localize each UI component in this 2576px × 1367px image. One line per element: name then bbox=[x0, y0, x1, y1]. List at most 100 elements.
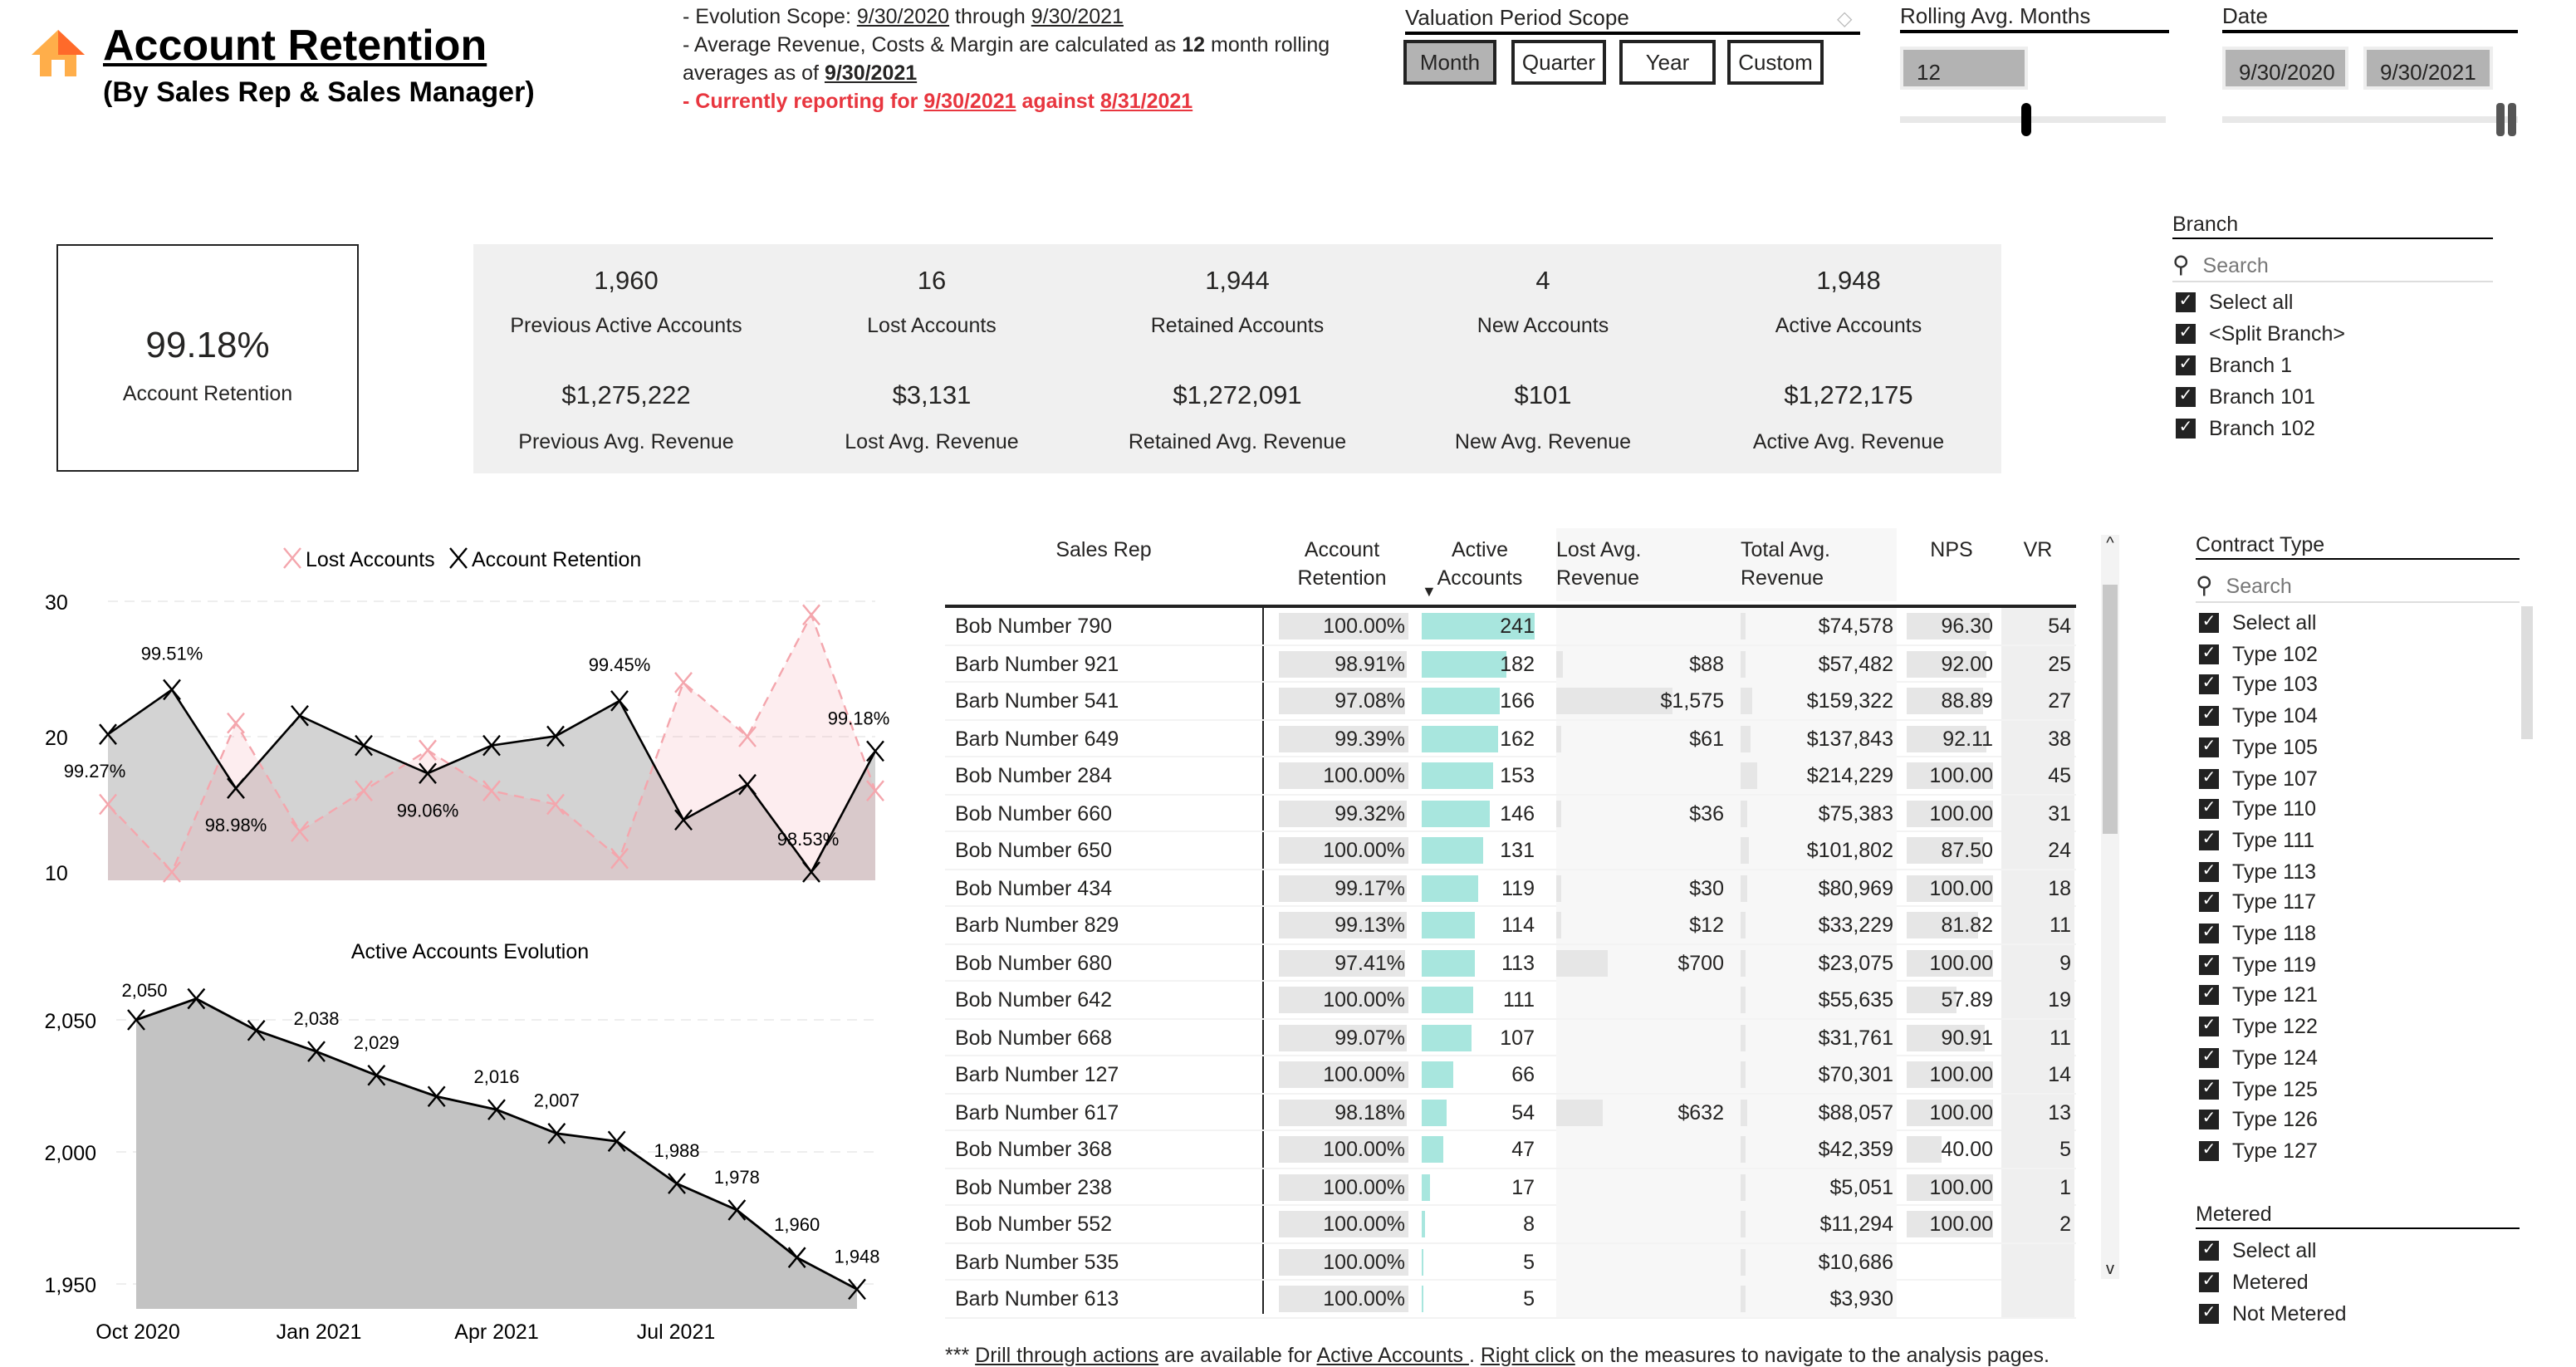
cell-text[interactable]: 119 bbox=[1501, 870, 1538, 906]
cell-text[interactable]: 107 bbox=[1500, 1019, 1538, 1056]
branch-item[interactable]: ✓ Branch 1 bbox=[2176, 354, 2292, 377]
table-row[interactable]: Bob Number 650 100.00% 131 $101,802 87.50 24 bbox=[945, 832, 2076, 870]
branch-item[interactable]: ✓ Branch 101 bbox=[2176, 385, 2315, 409]
checkbox-checked-icon[interactable]: ✓ bbox=[2199, 799, 2219, 820]
cell-text[interactable]: 146 bbox=[1500, 795, 1538, 831]
date-slider-handle-start[interactable] bbox=[2496, 103, 2505, 136]
period-month-button[interactable]: Month bbox=[1403, 40, 1496, 85]
cell-text[interactable]: 111 bbox=[1503, 982, 1538, 1018]
date-slider[interactable] bbox=[2222, 116, 2518, 123]
branch-item[interactable]: ✓ <Split Branch> bbox=[2176, 322, 2345, 345]
metered-item[interactable]: ✓ Metered bbox=[2199, 1271, 2309, 1294]
metered-item[interactable]: ✓ Not Metered bbox=[2199, 1302, 2347, 1325]
checkbox-checked-icon[interactable]: ✓ bbox=[2199, 892, 2219, 913]
cell-text[interactable]: 166 bbox=[1500, 683, 1538, 719]
contract-item[interactable]: ✓ Type 104 bbox=[2199, 704, 2318, 728]
checkbox-checked-icon[interactable]: ✓ bbox=[2199, 1304, 2219, 1324]
contract-search-input[interactable]: ⚲ Search bbox=[2196, 570, 2520, 603]
eraser-icon[interactable]: ◇ bbox=[1837, 7, 1852, 30]
contract-item[interactable]: ✓ Select all bbox=[2199, 611, 2316, 635]
checkbox-checked-icon[interactable]: ✓ bbox=[2176, 324, 2196, 344]
cell-text[interactable]: 114 bbox=[1501, 907, 1538, 943]
table-row[interactable]: Barb Number 921 98.91% 182 $88 $57,482 92.00 2… bbox=[945, 645, 2076, 683]
contract-item[interactable]: ✓ Type 113 bbox=[2199, 860, 2316, 883]
branch-item[interactable]: ✓ Select all bbox=[2176, 291, 2293, 314]
checkbox-checked-icon[interactable]: ✓ bbox=[2199, 985, 2219, 1006]
header-lost-avg-revenue[interactable]: Lost Avg. Revenue bbox=[1556, 537, 1727, 593]
cell-text[interactable]: 241 bbox=[1500, 608, 1538, 644]
table-row[interactable]: Barb Number 613 100.00% 5 $3,930 bbox=[945, 1281, 2076, 1318]
period-year-button[interactable]: Year bbox=[1619, 40, 1716, 85]
checkbox-checked-icon[interactable]: ✓ bbox=[2199, 768, 2219, 788]
checkbox-checked-icon[interactable]: ✓ bbox=[2199, 1017, 2219, 1037]
checkbox-checked-icon[interactable]: ✓ bbox=[2176, 292, 2196, 312]
cell-text[interactable]: 182 bbox=[1500, 645, 1538, 682]
scroll-up-icon[interactable]: ^ bbox=[2101, 535, 2119, 553]
table-row[interactable]: Bob Number 680 97.41% 113 $700 $23,075 100.00… bbox=[945, 944, 2076, 982]
table-row[interactable]: Barb Number 829 99.13% 114 $12 $33,229 81.82 1… bbox=[945, 907, 2076, 944]
rolling-months-slider[interactable] bbox=[1900, 116, 2166, 123]
table-row[interactable]: Barb Number 541 97.08% 166 $1,575 $159,322 88… bbox=[945, 683, 2076, 720]
scroll-down-icon[interactable]: v bbox=[2101, 1261, 2119, 1279]
contract-item[interactable]: ✓ Type 124 bbox=[2199, 1046, 2318, 1070]
drill-through-link[interactable]: Drill through actions bbox=[975, 1344, 1158, 1367]
contract-item[interactable]: ✓ Type 107 bbox=[2199, 767, 2318, 790]
table-row[interactable]: Bob Number 668 99.07% 107 $31,761 90.91 11 bbox=[945, 1019, 2076, 1056]
table-row[interactable]: Bob Number 284 100.00% 153 $214,229 100.00 45 bbox=[945, 757, 2076, 795]
table-row[interactable]: Barb Number 535 100.00% 5 $10,686 bbox=[945, 1243, 2076, 1281]
table-row[interactable]: Bob Number 660 99.32% 146 $36 $75,383 100.00 3… bbox=[945, 795, 2076, 832]
header-active-accounts[interactable]: Active Accounts bbox=[1422, 537, 1538, 593]
checkbox-checked-icon[interactable]: ✓ bbox=[2199, 644, 2219, 664]
branch-item[interactable]: ✓ Branch 102 bbox=[2176, 417, 2315, 440]
contract-item[interactable]: ✓ Type 105 bbox=[2199, 736, 2318, 759]
checkbox-checked-icon[interactable]: ✓ bbox=[2199, 1110, 2219, 1130]
metered-item[interactable]: ✓ Select all bbox=[2199, 1239, 2316, 1262]
cell-text[interactable]: 153 bbox=[1500, 757, 1538, 794]
contract-item[interactable]: ✓ Type 117 bbox=[2199, 891, 2316, 914]
header-sales-rep[interactable]: Sales Rep bbox=[945, 537, 1262, 565]
contract-item[interactable]: ✓ Type 121 bbox=[2199, 984, 2318, 1007]
date-to-input[interactable]: 9/30/2021 bbox=[2363, 47, 2493, 90]
checkbox-checked-icon[interactable]: ✓ bbox=[2199, 737, 2219, 757]
cell-text[interactable]: 47 bbox=[1511, 1131, 1538, 1168]
contract-scrollbar[interactable] bbox=[2521, 606, 2533, 739]
cell-text[interactable]: 5 bbox=[1523, 1281, 1538, 1317]
checkbox-checked-icon[interactable]: ✓ bbox=[2176, 387, 2196, 407]
header-account-retention[interactable]: Account Retention bbox=[1276, 537, 1408, 593]
cell-text[interactable]: 8 bbox=[1523, 1206, 1538, 1242]
table-row[interactable]: Bob Number 552 100.00% 8 $11,294 100.00 2 bbox=[945, 1206, 2076, 1243]
cell-text[interactable]: 162 bbox=[1500, 720, 1538, 757]
checkbox-checked-icon[interactable]: ✓ bbox=[2199, 1272, 2219, 1292]
contract-item[interactable]: ✓ Type 102 bbox=[2199, 642, 2318, 665]
table-scrollbar[interactable]: ^ v bbox=[2101, 535, 2119, 1279]
date-from-input[interactable]: 9/30/2020 bbox=[2222, 47, 2348, 90]
period-quarter-button[interactable]: Quarter bbox=[1511, 40, 1606, 85]
table-row[interactable]: Bob Number 434 99.17% 119 $30 $80,969 100.00 1… bbox=[945, 870, 2076, 907]
cell-text[interactable]: 54 bbox=[1511, 1094, 1538, 1130]
cell-text[interactable]: 66 bbox=[1511, 1056, 1538, 1093]
table-row[interactable]: Bob Number 368 100.00% 47 $42,359 40.00 5 bbox=[945, 1131, 2076, 1169]
checkbox-checked-icon[interactable]: ✓ bbox=[2199, 861, 2219, 882]
contract-item[interactable]: ✓ Type 127 bbox=[2199, 1139, 2318, 1163]
checkbox-checked-icon[interactable]: ✓ bbox=[2199, 1047, 2219, 1068]
checkbox-checked-icon[interactable]: ✓ bbox=[2199, 613, 2219, 633]
cell-text[interactable]: 131 bbox=[1500, 832, 1538, 869]
rolling-slider-handle[interactable] bbox=[2021, 103, 2031, 136]
checkbox-checked-icon[interactable]: ✓ bbox=[2176, 419, 2196, 439]
cell-text[interactable]: 5 bbox=[1523, 1243, 1538, 1280]
table-row[interactable]: Bob Number 642 100.00% 111 $55,635 57.89 19 bbox=[945, 982, 2076, 1019]
checkbox-checked-icon[interactable]: ✓ bbox=[2199, 954, 2219, 975]
cell-text[interactable]: 113 bbox=[1501, 944, 1538, 981]
checkbox-checked-icon[interactable]: ✓ bbox=[2199, 674, 2219, 695]
contract-item[interactable]: ✓ Type 111 bbox=[2199, 829, 2314, 852]
legend-account-retention[interactable]: Account Retention bbox=[472, 548, 641, 571]
contract-item[interactable]: ✓ Type 110 bbox=[2199, 797, 2316, 821]
header-total-avg-revenue[interactable]: Total Avg. Revenue bbox=[1741, 537, 1897, 593]
right-click-link[interactable]: Right click bbox=[1481, 1344, 1575, 1367]
legend-retention-icon[interactable] bbox=[449, 547, 468, 569]
active-accounts-link[interactable]: Active Accounts bbox=[1317, 1344, 1469, 1367]
scrollbar-thumb[interactable] bbox=[2103, 585, 2118, 834]
date-slider-handle-end[interactable] bbox=[2508, 103, 2516, 136]
checkbox-checked-icon[interactable]: ✓ bbox=[2199, 1140, 2219, 1161]
checkbox-checked-icon[interactable]: ✓ bbox=[2176, 355, 2196, 375]
